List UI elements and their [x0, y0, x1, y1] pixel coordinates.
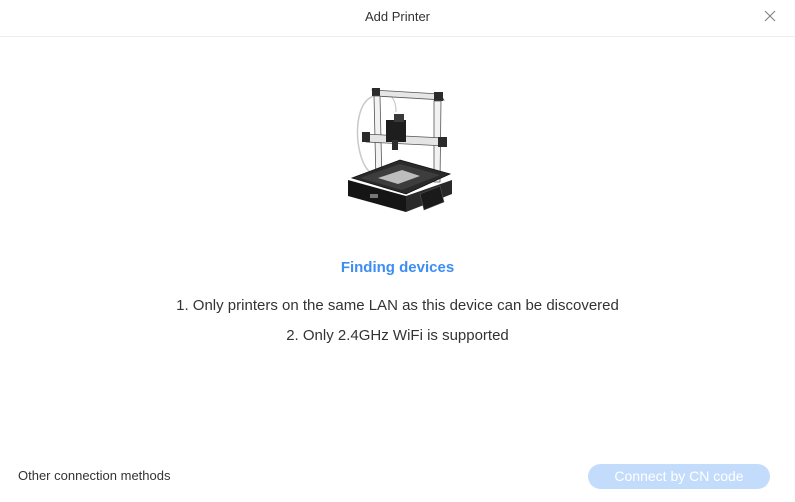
note-lan: 1. Only printers on the same LAN as this…: [176, 297, 619, 314]
close-icon[interactable]: [763, 9, 777, 23]
finding-devices-status: Finding devices: [340, 259, 455, 276]
connect-by-cn-code-button[interactable]: Connect by CN code: [588, 464, 770, 489]
other-connection-methods-link[interactable]: Other connection methods: [18, 468, 170, 483]
dialog-header: Add Printer: [0, 0, 795, 37]
3d-printer-illustration: [348, 88, 452, 212]
note-wifi: 2. Only 2.4GHz WiFi is supported: [286, 327, 509, 344]
dialog-title: Add Printer: [364, 9, 431, 24]
add-printer-dialog: Add Printer Finding devices 1. Only prin…: [0, 0, 795, 502]
